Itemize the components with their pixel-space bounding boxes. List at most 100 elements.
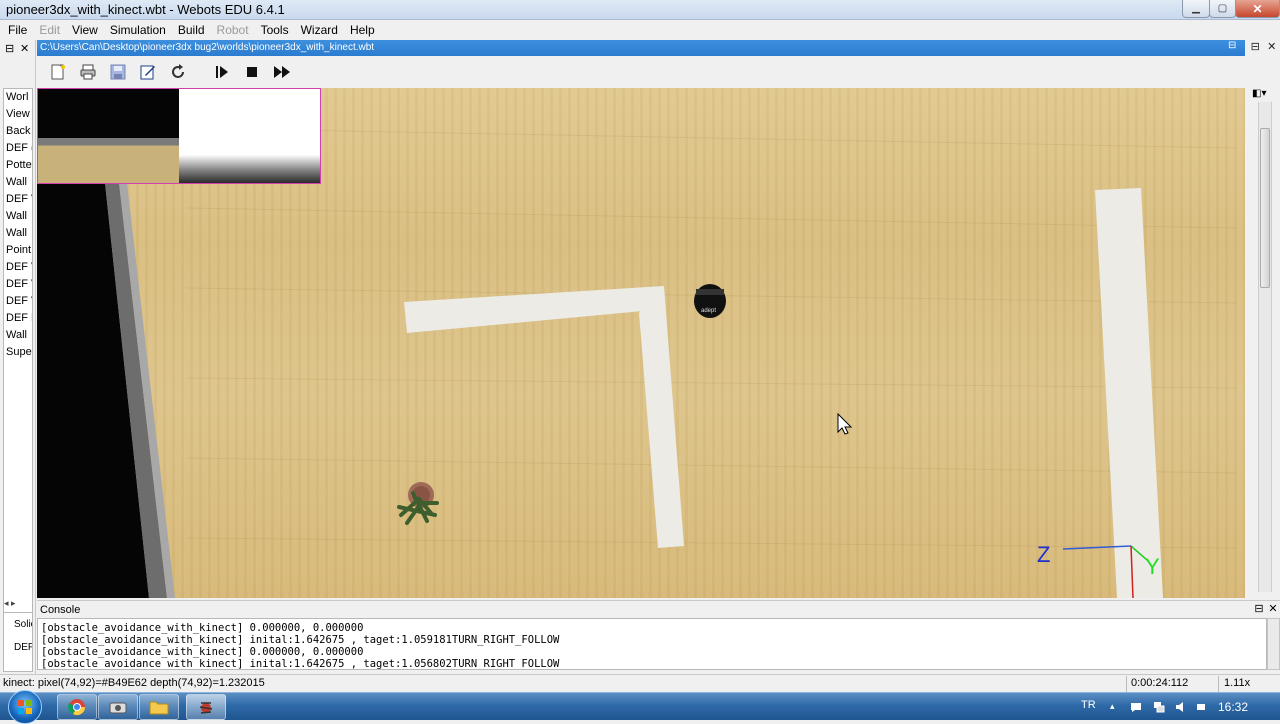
tree-node[interactable]: DEF V: [4, 191, 32, 208]
taskbar-webots[interactable]: [186, 694, 226, 720]
volume-icon[interactable]: [1175, 701, 1187, 713]
console-line: [obstacle_avoidance_with_kinect] inital:…: [41, 658, 560, 670]
tree-hscroll-arrows[interactable]: ◂ ▸: [4, 598, 16, 609]
console-output[interactable]: [obstacle_avoidance_with_kinect] 0.00000…: [37, 618, 1267, 670]
run-button[interactable]: [211, 61, 233, 83]
potted-plant: [397, 482, 439, 525]
menu-build[interactable]: Build: [174, 23, 213, 37]
title-bar: pioneer3dx_with_kinect.wbt - Webots EDU …: [0, 0, 1280, 20]
tree-node[interactable]: Worl: [4, 89, 32, 106]
taskbar-app[interactable]: [98, 694, 138, 720]
stop-icon: [247, 67, 257, 77]
menu-file[interactable]: File: [4, 23, 35, 37]
float-console-icon[interactable]: ⊟: [1254, 602, 1263, 615]
kinect-color-image: [38, 89, 179, 183]
scroll-thumb[interactable]: [1260, 128, 1270, 288]
fast-forward-button[interactable]: [271, 61, 293, 83]
console-line: [obstacle_avoidance_with_kinect] 0.00000…: [41, 646, 364, 658]
tree-node[interactable]: DEF (: [4, 140, 32, 157]
taskbar: TR ▴ 16:32: [0, 690, 1280, 724]
view-float-icon[interactable]: ⊟: [1228, 40, 1245, 56]
console-title: Console: [37, 600, 1280, 618]
open-world-button[interactable]: [77, 61, 99, 83]
tree-node[interactable]: Wall: [4, 174, 32, 191]
print-icon: [80, 64, 96, 80]
float-panel-icon[interactable]: ⊟: [5, 42, 14, 55]
tree-node[interactable]: Supe: [4, 344, 32, 361]
input-language[interactable]: TR: [1081, 699, 1096, 711]
windows-logo-icon: [18, 700, 32, 714]
play-icon: [216, 66, 228, 78]
field-item[interactable]: Solic: [4, 613, 32, 636]
maximize-button[interactable]: ▢: [1209, 0, 1236, 18]
action-center-icon[interactable]: [1130, 701, 1142, 713]
tree-node[interactable]: DEF V: [4, 259, 32, 276]
field-editor[interactable]: Solic DEF: [3, 612, 33, 672]
tree-node[interactable]: View: [4, 106, 32, 123]
tree-node[interactable]: Potte: [4, 157, 32, 174]
close-console-icon[interactable]: ✕: [1268, 602, 1277, 615]
tree-node[interactable]: DEF V: [4, 293, 32, 310]
world-file-path: C:\Users\Can\Desktop\pioneer3dx bug2\wor…: [37, 40, 1245, 56]
l-wall-vertical: [639, 286, 684, 548]
tree-node[interactable]: Wall: [4, 225, 32, 242]
window-title: pioneer3dx_with_kinect.wbt - Webots EDU …: [6, 2, 285, 17]
menu-wizard[interactable]: Wizard: [297, 23, 346, 37]
menu-simulation[interactable]: Simulation: [106, 23, 174, 37]
tree-node[interactable]: Wall: [4, 327, 32, 344]
taskbar-explorer[interactable]: [139, 694, 179, 720]
console-line: [obstacle_avoidance_with_kinect] 0.00000…: [41, 622, 364, 634]
new-world-button[interactable]: [47, 61, 69, 83]
console-scrollbar[interactable]: [1267, 618, 1280, 670]
right-panel-controls: ⊟ ✕: [1247, 40, 1280, 56]
webots-icon: [199, 702, 213, 714]
field-item[interactable]: DEF: [4, 636, 32, 659]
start-button[interactable]: [8, 690, 42, 724]
revert-button[interactable]: [167, 61, 189, 83]
menu-edit[interactable]: Edit: [35, 23, 68, 37]
show-hidden-icons-icon[interactable]: ▴: [1110, 701, 1122, 713]
scene-tree-panel: ⊟ ✕ Worl View Back DEF ( Potte Wall DEF …: [0, 40, 36, 674]
fast-forward-icon: [274, 66, 290, 78]
save-icon: [110, 64, 126, 80]
tree-node[interactable]: Wall: [4, 208, 32, 225]
right-wall: [1095, 188, 1163, 598]
network-icon[interactable]: [1153, 701, 1165, 713]
kinect-depth-image: [179, 89, 320, 183]
stop-button[interactable]: [241, 61, 263, 83]
right-panel-scrollbar[interactable]: ◧▾: [1250, 88, 1280, 598]
folder-icon: [149, 701, 169, 715]
menu-view[interactable]: View: [68, 23, 106, 37]
menu-tools[interactable]: Tools: [257, 23, 297, 37]
mouse-cursor-icon: [837, 412, 853, 435]
kinect-overlay: [37, 88, 321, 184]
edit-button[interactable]: [137, 61, 159, 83]
chrome-icon: [68, 699, 86, 716]
speed-factor: 1.11x: [1224, 677, 1251, 689]
3d-view[interactable]: adept Z Y: [37, 88, 1245, 598]
tree-node[interactable]: Point: [4, 242, 32, 259]
close-panel-icon[interactable]: ✕: [20, 42, 29, 55]
z-axis-label: Z: [1037, 542, 1050, 567]
robot-label: adept: [701, 308, 716, 314]
scroll-up-icon[interactable]: ◧▾: [1252, 88, 1266, 99]
y-axis-label: Y: [1145, 554, 1160, 579]
tree-node[interactable]: Back: [4, 123, 32, 140]
console-controls: ⊟ ✕: [1252, 602, 1280, 615]
camera-icon: [109, 702, 127, 714]
minimize-button[interactable]: ▁: [1182, 0, 1210, 18]
menu-robot[interactable]: Robot: [213, 23, 257, 37]
power-icon[interactable]: [1195, 701, 1207, 713]
toolbar: [37, 56, 1245, 88]
close-button[interactable]: ✕: [1235, 0, 1280, 18]
menu-help[interactable]: Help: [346, 23, 383, 37]
tree-node[interactable]: DEF V: [4, 276, 32, 293]
reload-icon: [172, 64, 184, 78]
tree-node[interactable]: DEF F: [4, 310, 32, 327]
close-panel-icon[interactable]: ✕: [1267, 40, 1276, 56]
system-clock[interactable]: 16:32: [1218, 700, 1248, 714]
taskbar-chrome[interactable]: [57, 694, 97, 720]
float-panel-icon[interactable]: ⊟: [1251, 40, 1260, 56]
save-world-button[interactable]: [107, 61, 129, 83]
scene-tree[interactable]: Worl View Back DEF ( Potte Wall DEF V Wa…: [3, 88, 33, 636]
